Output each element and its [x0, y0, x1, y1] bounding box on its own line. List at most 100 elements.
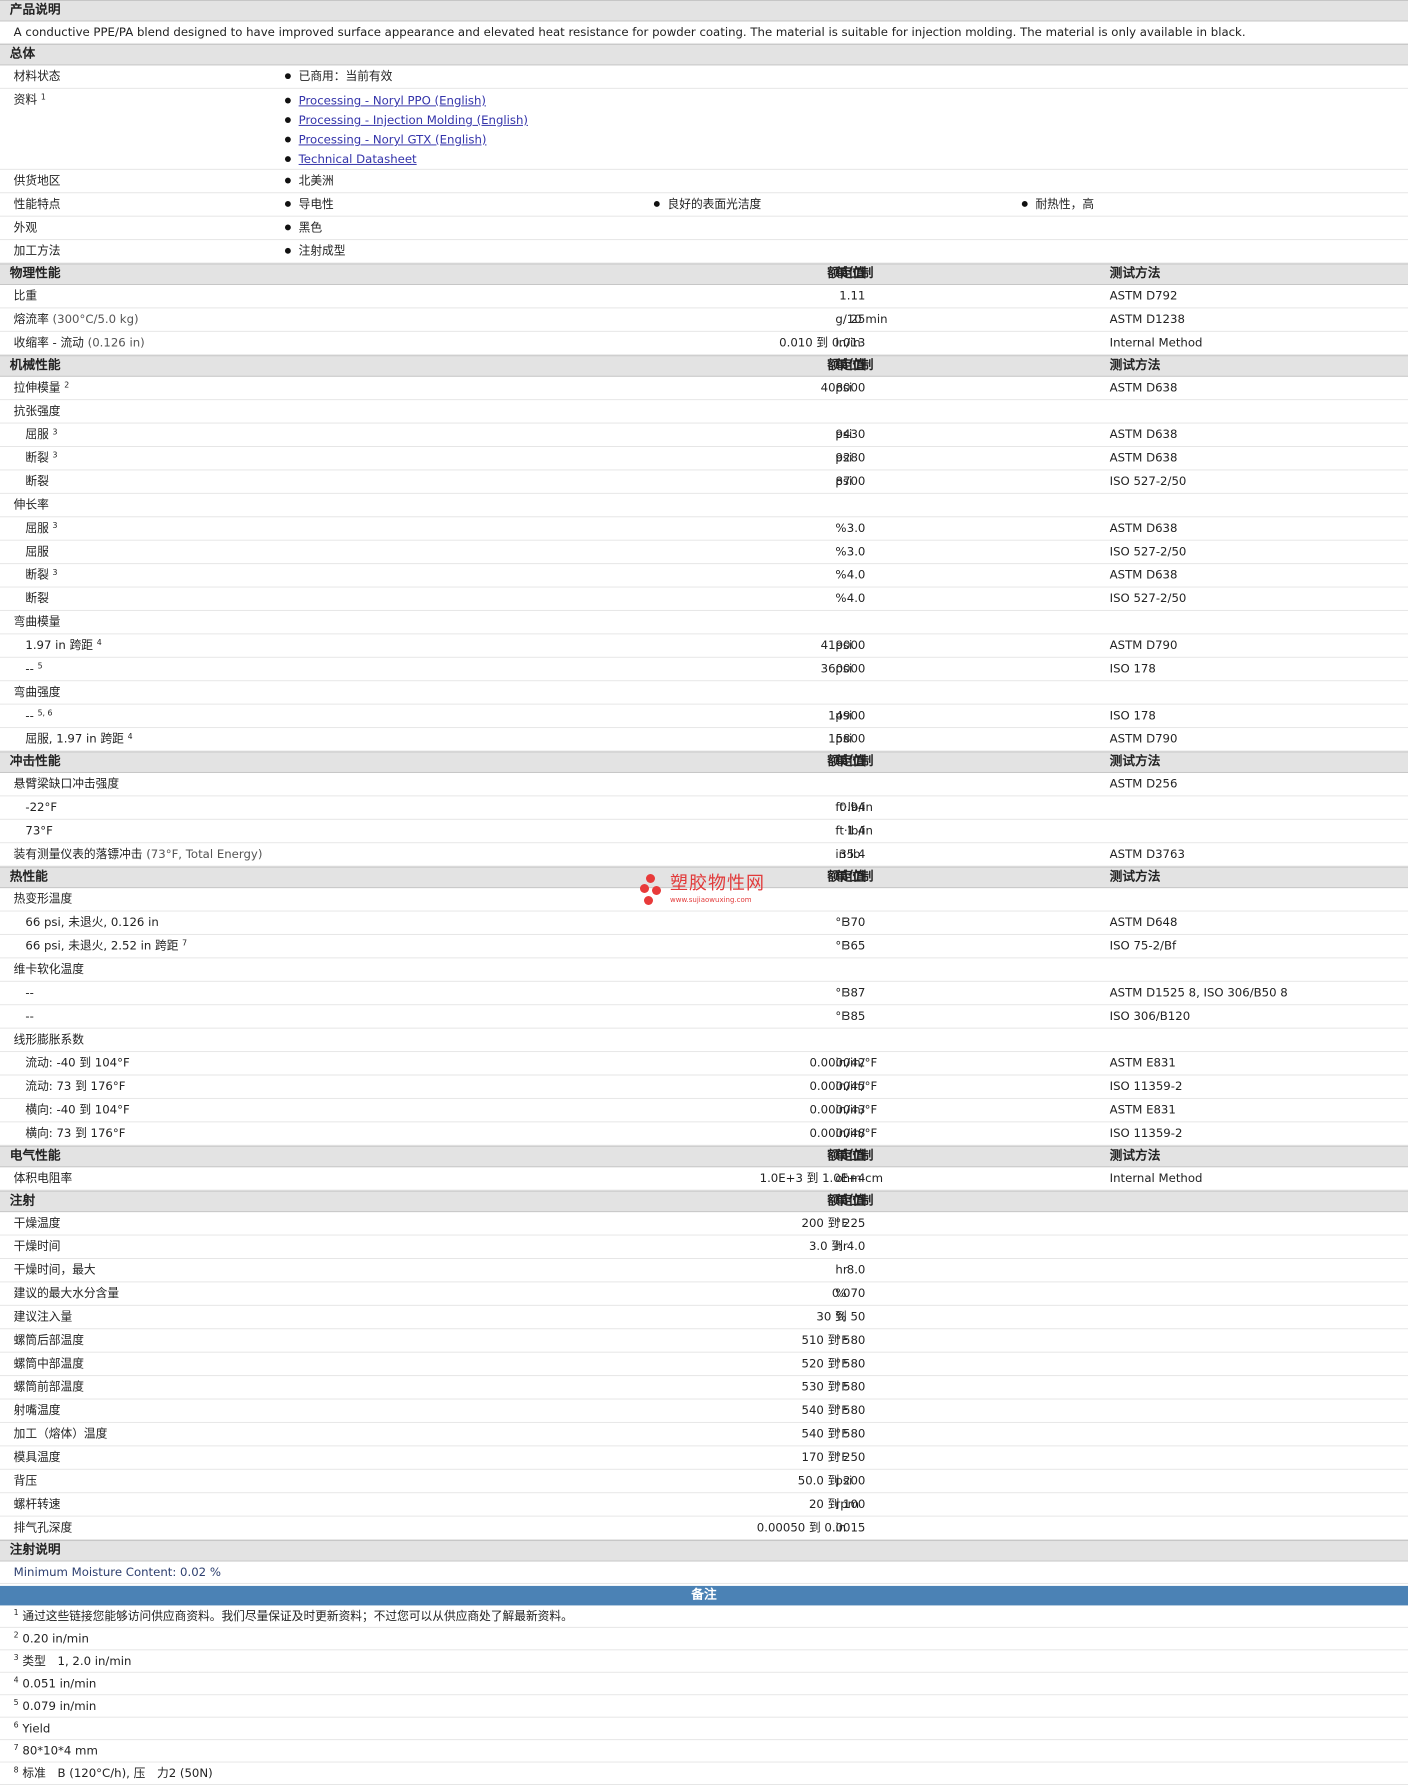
row-value: 已商用：当前有效: [284, 65, 392, 87]
unit-value: %: [835, 1286, 847, 1300]
property-label: 流动: -40 到 104°F: [25, 1055, 130, 1070]
note-number: 7: [13, 1743, 19, 1752]
note-number: 3: [13, 1653, 19, 1663]
unit-value: °F: [835, 1450, 849, 1464]
note-number: 2: [13, 1630, 19, 1640]
bullet-icon: [653, 200, 660, 207]
property-name: 收缩率 - 流动 (0.126 in): [14, 332, 145, 354]
footnote-ref: 3: [52, 567, 58, 577]
property-row: 干燥温度 200 到 225 °F: [0, 1212, 1408, 1236]
property-label: --: [25, 708, 34, 723]
header-unit: 单位制: [835, 754, 874, 770]
doc-link-injection-molding[interactable]: Processing - Injection Molding (English): [299, 113, 528, 127]
property-label: 断裂: [25, 567, 49, 582]
datasheet-page: 产品说明 A conductive PPE/PA blend designed …: [0, 0, 1408, 1785]
row-label: 外观: [13, 220, 38, 235]
property-label: 屈服: [25, 544, 49, 559]
property-row: -- 387 °F ASTM D1525 8, ISO 306/B50 8: [0, 982, 1408, 1006]
doc-link-noryl-ppo[interactable]: Processing - Noryl PPO (English): [299, 94, 486, 108]
property-label: 73°F: [25, 823, 53, 838]
property-name: 排气孔深度: [14, 1517, 73, 1539]
section-title: 机械性能: [9, 358, 61, 373]
nominal-value: 1.11: [839, 288, 866, 303]
test-method: ASTM D790: [1109, 731, 1178, 746]
unit-value: ft·lb/in: [835, 800, 873, 814]
header-unit: 单位制: [835, 869, 874, 885]
nominal-value: 520 到 580: [801, 1356, 866, 1371]
bullet-icon: [284, 200, 291, 207]
property-name: 螺杆转速: [14, 1493, 61, 1515]
note-text: 80*10*4 mm: [22, 1744, 98, 1758]
unit-value: in: [835, 1520, 847, 1535]
nominal-value: 4.0: [846, 567, 866, 582]
impact-properties-section: 冲击性能 额定值 单位制 测试方法 悬臂梁缺口冲击强度 ASTM D256 -22°F 0.9…: [0, 751, 1408, 867]
doc-link-technical-datasheet[interactable]: Technical Datasheet: [299, 152, 417, 166]
nominal-value: 0.00050 到 0.0015: [756, 1520, 866, 1535]
remarks-header: 备注: [0, 1585, 1408, 1606]
test-method: ISO 527-2/50: [1109, 544, 1187, 559]
property-label: 干燥时间，最大: [13, 1262, 96, 1277]
nominal-value: 200 到 225: [801, 1216, 866, 1230]
property-name: 73°F: [25, 820, 52, 842]
unit-value: °F: [835, 1379, 849, 1394]
row-label: 资料 1: [14, 89, 46, 111]
unit-value: °F: [835, 1356, 849, 1371]
physical-properties-section: 物理性能 额定值 单位制 测试方法 比重 1.11 ASTM D792 熔流率 (300°C/…: [0, 263, 1408, 356]
bullet-icon: [284, 97, 291, 103]
property-row: 干燥时间 3.0 到 4.0 hr: [0, 1236, 1408, 1259]
property-label: --: [25, 985, 34, 1000]
row-label: 供货地区: [13, 173, 61, 188]
property-label: 横向: -40 到 104°F: [25, 1102, 130, 1117]
bullet-icon: [284, 155, 291, 162]
property-label: 比重: [13, 288, 38, 303]
property-condition: (300°C/5.0 kg): [52, 312, 139, 326]
unit-value: °F: [835, 1403, 849, 1418]
footnote-ref: 3: [52, 427, 58, 437]
note-number: 5: [13, 1698, 19, 1707]
product-description: A conductive PPE/PA blend designed to ha…: [0, 21, 1408, 44]
property-label: 干燥时间: [13, 1239, 61, 1254]
section-title: 电气性能: [9, 1148, 61, 1164]
property-label: 维卡软化温度: [13, 962, 84, 976]
datasheet-content: 产品说明 A conductive PPE/PA blend designed …: [0, 0, 1408, 1785]
nominal-value: 50.0 到 200: [797, 1473, 866, 1488]
property-row: -- 5 360000 psi ISO 178: [0, 658, 1408, 682]
property-row: 加工（熔体）温度 540 到 580 °F: [0, 1423, 1408, 1447]
property-name: 屈服: [25, 541, 48, 563]
test-method: ASTM D790: [1109, 638, 1178, 652]
property-label: 断裂: [25, 474, 49, 488]
section-header-description: 产品说明: [0, 0, 1408, 22]
nominal-value: 540 到 580: [801, 1426, 866, 1441]
property-row: 悬臂梁缺口冲击强度 ASTM D256: [0, 773, 1408, 797]
remark-note: 3 类型 1, 2.0 in/min: [0, 1650, 1408, 1673]
property-name: 干燥温度: [14, 1212, 61, 1234]
unit-value: °F: [835, 1333, 849, 1347]
property-name: 装有测量仪表的落镖冲击 (73°F, Total Energy): [14, 843, 263, 865]
property-label: 建议的最大水分含量: [13, 1286, 120, 1300]
property-name: -- 5: [25, 658, 42, 680]
unit-value: °F: [835, 1426, 849, 1441]
test-method: ASTM D3763: [1109, 847, 1185, 861]
header-unit: 单位制: [835, 1148, 874, 1164]
test-method: ASTM D1238: [1109, 312, 1185, 326]
property-row: 干燥时间，最大 8.0 hr: [0, 1259, 1408, 1283]
doc-link-noryl-gtx[interactable]: Processing - Noryl GTX (English): [299, 133, 487, 147]
row-appearance: 外观 黑色: [0, 217, 1408, 241]
unit-value: psi: [835, 427, 853, 442]
row-documents: 资料 1 Processing - Noryl PPO (English) Pr…: [0, 89, 1408, 170]
property-label: --: [25, 661, 34, 676]
test-method: ISO 527-2/50: [1109, 591, 1187, 606]
property-label: 66 psi, 未退火, 0.126 in: [25, 915, 159, 930]
unit-value: in/in/°F: [835, 1079, 878, 1094]
test-method: ISO 75-2/Bf: [1109, 938, 1177, 953]
property-row: 排气孔深度 0.00050 到 0.0015 in: [0, 1517, 1408, 1541]
section-title: 注射说明: [9, 1542, 61, 1558]
property-name: 流动: 73 到 176°F: [25, 1075, 125, 1097]
property-label: 排气孔深度: [13, 1520, 73, 1535]
remark-note: 8 标准 B (120°C/h), 压 力2 (50N): [0, 1763, 1408, 1785]
property-row: 66 psi, 未退火, 2.52 in 跨距 7 365 °F ISO 75-2/B…: [0, 935, 1408, 959]
test-method: ISO 11359-2: [1109, 1079, 1183, 1094]
note-text: 0.051 in/min: [22, 1676, 97, 1691]
unit-value: in/in: [835, 335, 861, 350]
note-text: 通过这些链接您能够访问供应商资料。我们尽量保证及时更新资料；不过您可以从供应商处…: [22, 1609, 573, 1623]
